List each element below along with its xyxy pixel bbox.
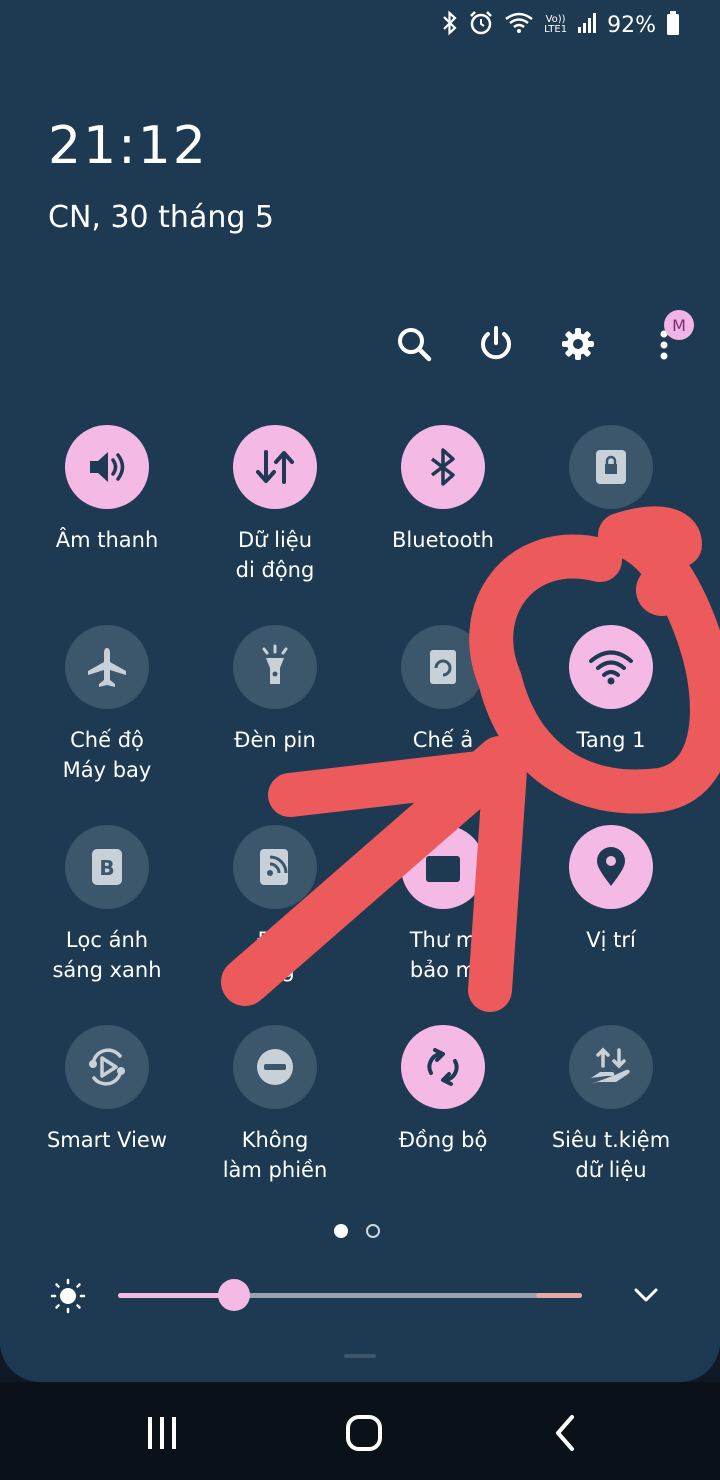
battery-percent: 92% <box>607 12 656 38</box>
tile-label: Âm thanh <box>55 528 159 552</box>
wifi-status-icon <box>504 11 534 39</box>
folder-icon[interactable] <box>401 825 485 909</box>
page-dot-inactive[interactable] <box>366 1224 380 1238</box>
tile-label: Tang 1 <box>576 728 646 752</box>
tile-label: Bluetooth <box>392 528 494 552</box>
lock-icon[interactable] <box>569 425 653 509</box>
back-icon[interactable] <box>536 1408 596 1458</box>
do-not-disturb-icon[interactable] <box>233 1025 317 1109</box>
chevron-down-icon[interactable] <box>630 1280 662 1314</box>
tile-label: Không làm phiền <box>222 1128 328 1182</box>
svg-text:B: B <box>99 856 114 880</box>
bluetooth-status-icon <box>442 10 458 40</box>
sync-icon[interactable] <box>401 1025 485 1109</box>
tile-label: Dữ liệu di động <box>235 528 315 582</box>
tile-label: Đồng bộ <box>398 1128 488 1152</box>
tile-label: Siêu t.kiệm dữ liệu <box>551 1128 671 1182</box>
tile-wifi[interactable]: Tang 1 <box>527 625 695 755</box>
tile-smart-view[interactable]: Smart View <box>23 1025 191 1155</box>
tile-flashlight[interactable]: Đèn pin <box>191 625 359 755</box>
hotspot-icon[interactable] <box>233 825 317 909</box>
header-actions <box>0 320 720 370</box>
volume-icon[interactable] <box>65 425 149 509</box>
flashlight-icon[interactable] <box>233 625 317 709</box>
brightness-icon <box>48 1278 88 1318</box>
page-indicator <box>334 1224 380 1238</box>
tile-label: Lọc ánh sáng xanh <box>52 928 162 982</box>
tile-hotspot[interactable]: Điể ộng <box>191 825 359 985</box>
home-icon[interactable] <box>334 1408 394 1458</box>
data-saver-icon[interactable] <box>569 1025 653 1109</box>
brightness-fill <box>118 1293 234 1298</box>
tile-label: Chế ả <box>412 728 474 752</box>
clock-time: 21:12 <box>48 116 208 176</box>
data-arrows-icon[interactable] <box>233 425 317 509</box>
bluetooth-icon[interactable] <box>401 425 485 509</box>
signal-icon <box>577 11 597 39</box>
tile-label: Chế độ Máy bay <box>62 728 152 782</box>
rotate-icon[interactable] <box>401 625 485 709</box>
alarm-icon <box>468 10 494 40</box>
volte-indicator: Vo)) LTE1 <box>544 15 567 35</box>
tile-airplane[interactable]: Chế độ Máy bay <box>23 625 191 785</box>
tile-sound[interactable]: Âm thanh <box>23 425 191 555</box>
tile-label: Vị trí <box>586 928 636 952</box>
lte-label: LTE1 <box>544 24 568 35</box>
status-bar: Vo)) LTE1 92% <box>442 10 680 40</box>
tile-label: Điể ộng <box>255 928 295 982</box>
tile-secure-folder[interactable]: Thư m bảo m <box>359 825 527 985</box>
tile-bluetooth[interactable]: Bluetooth <box>359 425 527 555</box>
power-icon[interactable] <box>472 320 520 368</box>
quick-settings-panel: Vo)) LTE1 92% 21:12 CN, 30 tháng 5 M Âm … <box>0 0 720 1382</box>
tile-sync[interactable]: Đồng bộ <box>359 1025 527 1155</box>
search-icon[interactable] <box>390 320 438 368</box>
tile-location[interactable]: Vị trí <box>527 825 695 955</box>
tile-dnd[interactable]: Không làm phiền <box>191 1025 359 1185</box>
panel-drag-handle[interactable] <box>344 1354 376 1358</box>
tile-label: Thư m bảo m <box>409 928 477 982</box>
brightness-high-zone <box>536 1293 582 1298</box>
tile-secure[interactable] <box>527 425 695 525</box>
tile-data-saver[interactable]: Siêu t.kiệm dữ liệu <box>527 1025 695 1185</box>
recents-icon[interactable] <box>132 1408 192 1458</box>
wifi-icon[interactable] <box>569 625 653 709</box>
brightness-thumb[interactable] <box>218 1279 250 1311</box>
tile-blue-light[interactable]: B Lọc ánh sáng xanh <box>23 825 191 985</box>
page-dot-active[interactable] <box>334 1224 348 1238</box>
clock-date: CN, 30 tháng 5 <box>48 200 275 235</box>
location-pin-icon[interactable] <box>569 825 653 909</box>
smart-view-icon[interactable] <box>65 1025 149 1109</box>
battery-icon <box>666 10 680 40</box>
profile-badge: M <box>664 310 694 340</box>
brightness-control <box>44 1276 684 1316</box>
blue-light-filter-icon[interactable]: B <box>65 825 149 909</box>
tile-rotate[interactable]: Chế ả <box>359 625 527 755</box>
tile-label: Đèn pin <box>234 728 316 752</box>
brightness-slider[interactable] <box>118 1279 582 1311</box>
airplane-icon[interactable] <box>65 625 149 709</box>
tile-label: Smart View <box>46 1128 168 1152</box>
tile-mobile-data[interactable]: Dữ liệu di động <box>191 425 359 585</box>
settings-icon[interactable] <box>554 320 602 368</box>
